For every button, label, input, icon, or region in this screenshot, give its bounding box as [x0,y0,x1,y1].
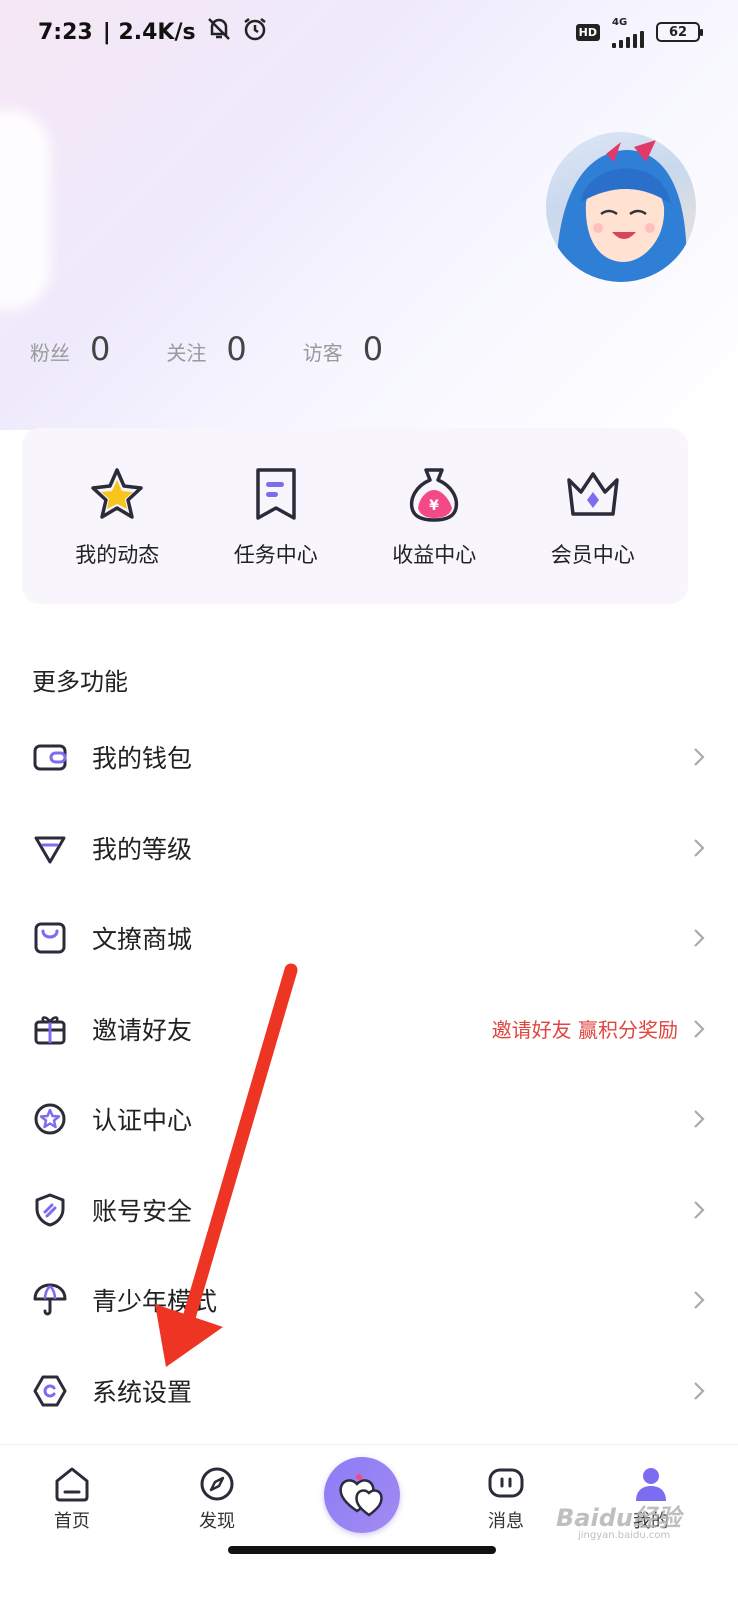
star-icon [86,463,148,525]
menu-item-system-settings[interactable]: 系统设置 [0,1346,738,1437]
home-indicator[interactable] [228,1546,496,1554]
menu-item-label: 我的等级 [92,834,193,864]
status-bar: 7:23 | 2.4K/s HD 4G 62 [0,0,738,64]
network-type: 4G [612,16,628,28]
crown-icon [562,463,624,525]
status-time: 7:23 [38,19,93,45]
more-functions-title: 更多功能 [32,668,128,696]
menu-item-level[interactable]: 我的等级 [0,803,738,894]
stat-fans[interactable]: 粉丝 0 [30,330,110,368]
menu-item-label: 账号安全 [92,1196,193,1226]
badge-icon [32,1101,68,1137]
avatar[interactable] [546,132,696,282]
nav-messages[interactable]: 消息 [461,1465,551,1533]
battery-level: 62 [668,24,688,40]
stat-label: 粉丝 [30,341,70,365]
stat-value: 0 [90,330,111,368]
chevron-right-icon [692,1107,706,1131]
stat-value: 0 [362,330,384,368]
nav-label: 消息 [488,1511,524,1532]
stat-following[interactable]: 关注 0 [166,330,246,368]
stat-label: 访客 [302,341,343,365]
chevron-right-icon [692,745,706,769]
status-left: 7:23 | 2.4K/s [38,16,268,48]
menu-item-label: 认证中心 [92,1106,193,1136]
signal-bars-icon [612,28,644,48]
quick-action-task-center[interactable]: 任务中心 [211,463,341,569]
message-icon [487,1465,525,1503]
chevron-right-icon [692,1198,706,1222]
quick-action-earnings-center[interactable]: ¥ 收益中心 [369,463,499,569]
signal-indicator: 4G [612,17,644,48]
menu-item-teen-mode[interactable]: 青少年模式 [0,1255,738,1346]
quick-action-label: 收益中心 [392,543,477,567]
chevron-right-icon [692,1288,706,1312]
alarm-icon [242,16,268,48]
stat-label: 关注 [166,341,207,365]
nav-label: 发现 [199,1511,235,1532]
diamond-icon [32,830,68,866]
menu-item-store[interactable]: 文撩商城 [0,893,738,984]
watermark-logo: Baidu经验 [556,1504,681,1532]
chevron-right-icon [692,926,706,950]
compass-icon [198,1465,236,1503]
quick-action-my-posts[interactable]: 我的动态 [52,463,182,569]
chevron-right-icon [692,1017,706,1041]
background-blob [0,110,50,310]
mute-icon [206,16,232,48]
svg-text:¥: ¥ [429,498,439,514]
hd-badge: HD [575,23,600,41]
menu-item-label: 青少年模式 [92,1287,218,1317]
shopping-bag-icon [32,920,68,956]
quick-action-label: 会员中心 [550,543,635,567]
menu-item-label: 我的钱包 [92,744,193,774]
gift-icon [32,1011,68,1047]
chevron-right-icon [692,836,706,860]
watermark-url: jingyan.baidu.com [578,1530,671,1541]
quick-actions-card: 我的动态 任务中心 ¥ 收益中心 会员中心 [22,428,688,604]
menu-item-label: 文撩商城 [92,925,193,955]
stat-value: 0 [226,330,247,368]
profile-stats: 粉丝 0 关注 0 访客 0 [30,330,383,368]
shield-icon [32,1192,68,1228]
settings-icon [32,1373,68,1409]
menu-item-wallet[interactable]: 我的钱包 [0,712,738,803]
chevron-right-icon [692,1379,706,1403]
status-speed: | 2.4K/s [102,19,196,45]
menu-item-hint: 邀请好友 赢积分奖励 [491,1018,678,1043]
quick-action-label: 任务中心 [233,543,318,567]
menu-item-account-security[interactable]: 账号安全 [0,1165,738,1256]
bookmark-icon [245,463,307,525]
nav-label: 首页 [54,1511,90,1532]
stat-visitors[interactable]: 访客 0 [303,330,383,368]
nav-discover[interactable]: 发现 [172,1465,262,1533]
status-right: HD 4G 62 [575,17,703,48]
wallet-icon [32,739,68,775]
umbrella-icon [32,1282,68,1318]
quick-action-label: 我的动态 [75,543,160,567]
menu-item-label: 系统设置 [92,1377,193,1407]
menu-item-label: 邀请好友 [92,1015,193,1045]
money-bag-icon: ¥ [403,463,465,525]
home-icon [53,1465,91,1503]
quick-action-member-center[interactable]: 会员中心 [528,463,658,569]
menu-item-invite-friends[interactable]: 邀请好友 邀请好友 赢积分奖励 [0,984,738,1075]
nav-home[interactable]: 首页 [27,1465,117,1533]
nav-center-button[interactable] [324,1457,400,1533]
hearts-icon [339,1474,383,1517]
avatar-illustration [556,140,687,282]
more-functions-list: 我的钱包 我的等级 文撩商城 邀请好友 邀请好友 赢积分奖励 认证中心 账号安全… [0,712,738,1436]
battery-icon: 62 [656,22,703,42]
menu-item-verification-center[interactable]: 认证中心 [0,1074,738,1165]
